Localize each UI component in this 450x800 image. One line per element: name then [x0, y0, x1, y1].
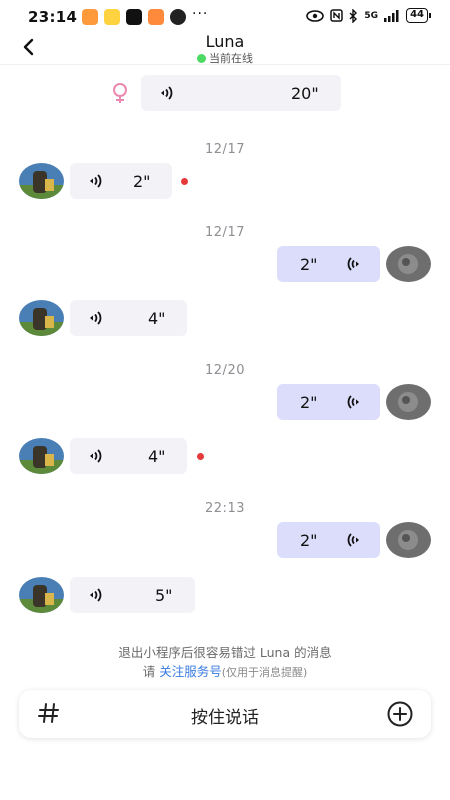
follow-notice-line2: 请 关注服务号(仅用于消息提醒) [0, 661, 450, 680]
contact-avatar[interactable] [19, 577, 64, 613]
notification-app-icon [170, 9, 186, 25]
voice-duration: 20" [291, 83, 319, 103]
input-bar: 按住说话 [19, 690, 431, 738]
chat-header: Luna 当前在线 [0, 32, 450, 66]
more-notifications-icon: ··· [192, 6, 209, 22]
voice-duration: 2" [300, 392, 318, 412]
voice-duration: 4" [148, 308, 166, 328]
chat-title: Luna [205, 32, 245, 51]
follow-service-account-link[interactable]: 关注服务号 [159, 664, 222, 679]
hold-to-talk-button[interactable]: 按住说话 [19, 703, 431, 728]
voice-message-bubble[interactable]: 5" [70, 577, 195, 613]
notice-prefix: 请 [142, 664, 160, 679]
voice-message-bubble[interactable]: 2" [277, 384, 380, 420]
voice-wave-icon [347, 257, 359, 271]
unread-dot [181, 178, 188, 185]
unread-dot [197, 453, 204, 460]
status-right-icons: 5G 44 [306, 8, 431, 23]
voice-duration: 2" [300, 530, 318, 550]
add-icon[interactable] [387, 701, 413, 727]
time-separator: 22:13 [205, 501, 245, 516]
voice-message-bubble[interactable]: 4" [70, 438, 187, 474]
voice-duration: 2" [133, 171, 151, 191]
follow-notice-line1: 退出小程序后很容易错过 Luna 的消息 [118, 645, 332, 660]
user-avatar[interactable] [386, 384, 431, 420]
notification-app-icon [148, 9, 164, 25]
eye-icon [306, 9, 325, 22]
user-avatar[interactable] [386, 246, 431, 282]
user-avatar[interactable] [386, 522, 431, 558]
network-type: 5G [364, 10, 379, 21]
time-separator: 12/17 [205, 225, 245, 240]
notification-app-icon [82, 9, 98, 25]
voice-wave-icon [90, 588, 102, 602]
voice-wave-icon [347, 395, 359, 409]
voice-message-bubble[interactable]: 2" [277, 246, 380, 282]
voice-wave-icon [90, 311, 102, 325]
notification-app-icon [104, 9, 120, 25]
contact-avatar[interactable] [19, 438, 64, 474]
tiktok-icon [126, 9, 142, 25]
voice-wave-icon [161, 86, 173, 100]
voice-message-bubble[interactable]: 2" [277, 522, 380, 558]
voice-duration: 2" [300, 254, 318, 274]
signal-icon [384, 9, 399, 22]
voice-wave-icon [90, 449, 102, 463]
voice-duration: 5" [155, 585, 173, 605]
voice-message-bubble[interactable]: 20" [141, 75, 341, 111]
voice-wave-icon [347, 533, 359, 547]
battery-icon: 44 [406, 8, 431, 23]
status-time: 23:14 [28, 8, 78, 26]
nfc-icon [330, 9, 344, 22]
female-gender-icon [113, 83, 127, 103]
contact-avatar[interactable] [19, 163, 64, 199]
voice-wave-icon [90, 174, 102, 188]
voice-message-bubble[interactable]: 4" [70, 300, 187, 336]
online-dot [197, 54, 206, 63]
bluetooth-icon [349, 8, 358, 23]
voice-duration: 4" [148, 446, 166, 466]
status-bar: 23:14 ··· 5G 44 [0, 0, 450, 32]
header-divider [0, 64, 450, 65]
voice-message-bubble[interactable]: 2" [70, 163, 172, 199]
contact-avatar[interactable] [19, 300, 64, 336]
notice-suffix: (仅用于消息提醒) [221, 666, 308, 679]
time-separator: 12/17 [205, 142, 245, 157]
time-separator: 12/20 [205, 363, 245, 378]
